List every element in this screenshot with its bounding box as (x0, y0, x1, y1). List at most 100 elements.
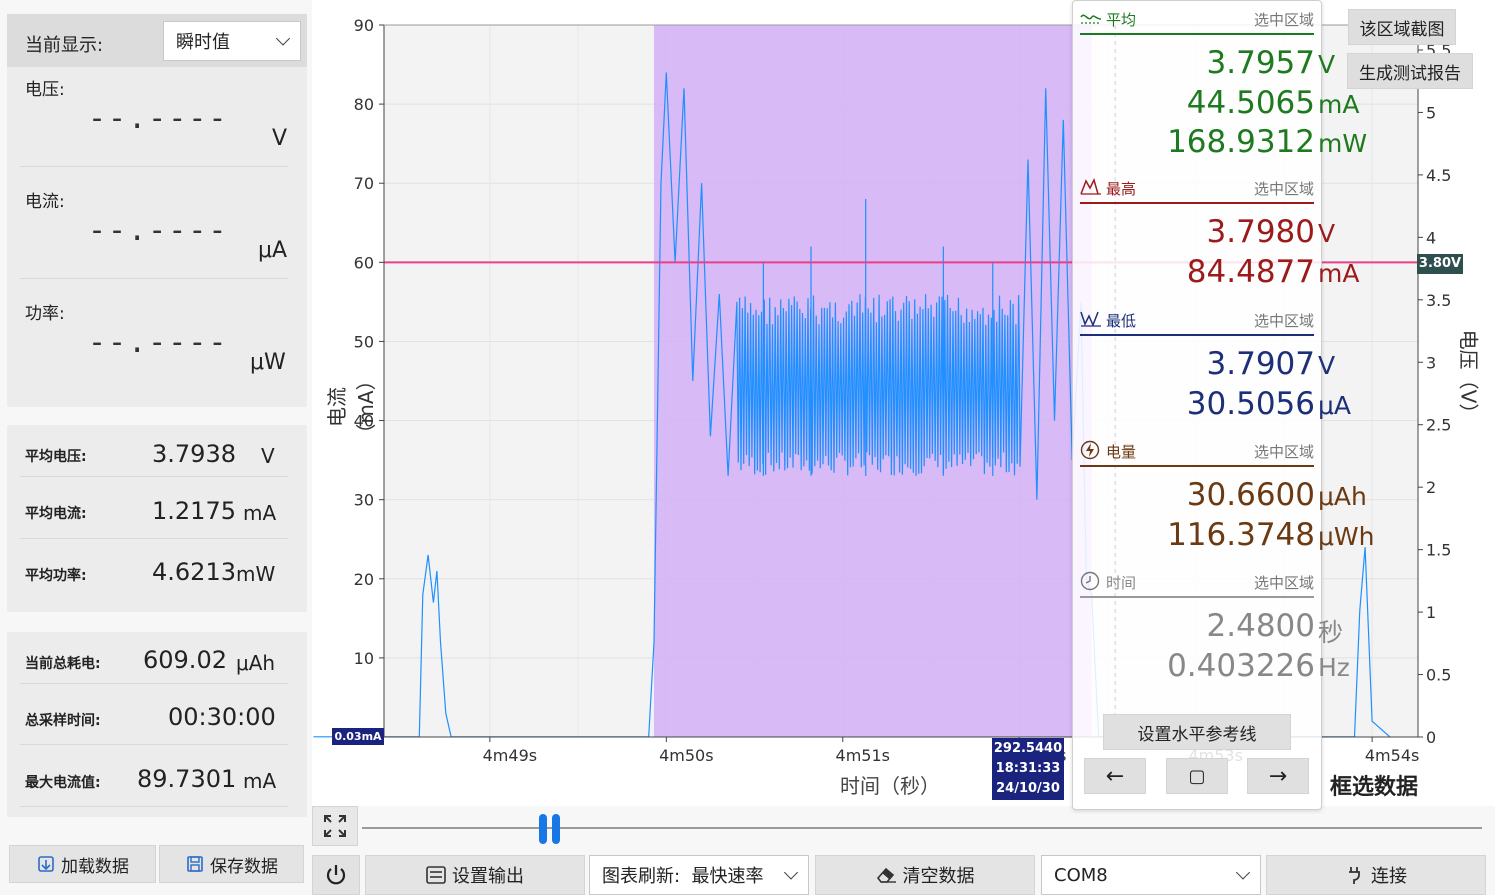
expand-icon (324, 815, 346, 837)
connect-label: 连接 (1371, 866, 1407, 887)
region-screenshot-button[interactable]: 该区域截图 (1348, 9, 1456, 45)
y2-tick-label: 3 (1426, 353, 1436, 372)
load-data-label: 加载数据 (61, 856, 129, 877)
max-region: 选中区域 (1253, 180, 1314, 198)
y-tick-label: 20 (354, 570, 374, 589)
y-tick-label: 60 (354, 253, 374, 272)
set-output-button[interactable]: 设置输出 (365, 855, 585, 895)
charge-ah: 30.6600 (1186, 477, 1315, 513)
charge-wh: 116.3748 (1167, 517, 1315, 553)
peak-icon (1080, 178, 1101, 195)
y-tick-label: 30 (354, 491, 374, 510)
charge-ah-unit: μAh (1318, 482, 1367, 511)
y-tick-label: 80 (354, 95, 374, 114)
min-voltage-unit: V (1318, 351, 1336, 380)
avg-header: 平均 选中区域 (1080, 8, 1314, 30)
set-output-label: 设置输出 (452, 866, 524, 887)
avg-title: 平均 (1106, 11, 1137, 29)
y2-tick-label: 3.5 (1426, 291, 1451, 310)
y-tick-label: 50 (354, 332, 374, 351)
min-divider (1080, 334, 1314, 336)
chevron-down-icon (1235, 865, 1251, 880)
y2-tick-label: 1 (1426, 603, 1436, 622)
avg-current: 44.5065 (1186, 85, 1315, 121)
y2-axis-label: 电压（V） (1456, 329, 1481, 424)
y2-tick-label: 0 (1426, 728, 1436, 747)
nav-center-button[interactable]: ▢ (1166, 758, 1228, 794)
max-header: 最高 选中区域 (1080, 177, 1314, 199)
time-frequency: 0.403226 (1167, 648, 1315, 684)
set-reference-line-button[interactable]: 设置水平参考线 (1103, 714, 1291, 750)
y2-tick-label: 2 (1426, 478, 1436, 497)
clear-data-button[interactable]: 清空数据 (815, 855, 1035, 895)
power-icon (326, 865, 346, 885)
save-data-label: 保存数据 (210, 856, 278, 877)
cursor-date: 24/10/30 (996, 781, 1060, 796)
time-region: 选中区域 (1253, 574, 1314, 592)
eraser-icon (876, 867, 896, 883)
x-tick-label: 4m51s (836, 746, 890, 765)
y2-tick-label: 4.5 (1426, 166, 1451, 185)
avg-voltage: 3.7957 (1206, 45, 1315, 81)
select-data-label: 框选数据 (1330, 775, 1419, 800)
avg-divider (1080, 33, 1314, 35)
max-voltage: 3.7980 (1206, 214, 1315, 250)
chart-refresh-value: 图表刷新: 最快速率 (602, 866, 764, 887)
charge-title: 电量 (1106, 443, 1137, 461)
output-icon (426, 866, 446, 884)
avg-current-unit: mA (1318, 90, 1360, 119)
generate-report-button[interactable]: 生成测试报告 (1347, 53, 1473, 89)
chart-refresh-select[interactable]: 图表刷新: 最快速率 (589, 855, 809, 895)
fullscreen-button[interactable] (312, 806, 358, 846)
max-divider (1080, 202, 1314, 204)
min-voltage: 3.7907 (1206, 346, 1315, 382)
time-frequency-unit: Hz (1318, 653, 1350, 682)
clock-icon (1080, 571, 1100, 591)
time-title: 时间 (1106, 574, 1137, 592)
y-axis-label: 电流（mA） (325, 370, 378, 444)
chevron-down-icon (783, 865, 799, 880)
time-seconds: 2.4800 (1206, 608, 1315, 644)
save-data-button[interactable]: 保存数据 (159, 845, 304, 883)
min-current-marker: 0.03mA (332, 728, 384, 745)
max-current: 84.4877 (1186, 254, 1315, 290)
power-button[interactable] (312, 855, 360, 895)
avg-region: 选中区域 (1253, 11, 1314, 29)
min-region: 选中区域 (1253, 312, 1314, 330)
avg-power: 168.9312 (1167, 124, 1315, 160)
average-icon (1080, 14, 1102, 24)
valley-icon (1080, 311, 1101, 327)
lightning-icon (1080, 440, 1100, 460)
plug-icon (1349, 867, 1360, 884)
time-divider (1080, 596, 1314, 598)
min-title: 最低 (1106, 312, 1137, 330)
x-tick-label: 4m54s (1365, 746, 1419, 765)
charge-divider (1080, 465, 1314, 467)
timeline-track[interactable] (362, 827, 1482, 829)
y2-tick-label: 4 (1426, 228, 1436, 247)
x-axis-label: 时间（秒） (840, 774, 940, 798)
clear-data-label: 清空数据 (902, 866, 975, 887)
y-tick-label: 10 (354, 649, 374, 668)
cursor-time: 18:31:33 (995, 761, 1061, 776)
avg-power-unit: mW (1318, 129, 1368, 158)
y2-tick-label: 1.5 (1426, 541, 1451, 560)
port-value: COM8 (1054, 864, 1108, 886)
reference-voltage-tag: 3.80V (1417, 254, 1463, 274)
avg-voltage-unit: V (1318, 50, 1336, 79)
nav-right-button[interactable]: → (1247, 758, 1309, 794)
timeline-handle[interactable] (537, 814, 563, 844)
x-tick-label: 4m50s (659, 746, 713, 765)
load-data-button[interactable]: 加载数据 (9, 845, 156, 883)
x-tick-label: 4m49s (483, 746, 537, 765)
cursor-tooltip: 292.5440 18:31:33 24/10/30 (992, 738, 1064, 800)
nav-left-button[interactable]: ← (1084, 758, 1146, 794)
connect-button[interactable]: 连接 (1266, 855, 1486, 895)
charge-region: 选中区域 (1253, 443, 1314, 461)
time-header: 时间 选中区域 (1080, 571, 1314, 593)
cursor-value: 292.5440 (993, 741, 1063, 756)
charge-header: 电量 选中区域 (1080, 440, 1314, 462)
port-select[interactable]: COM8 (1041, 855, 1261, 895)
save-icon (187, 856, 203, 872)
load-icon (38, 856, 54, 872)
